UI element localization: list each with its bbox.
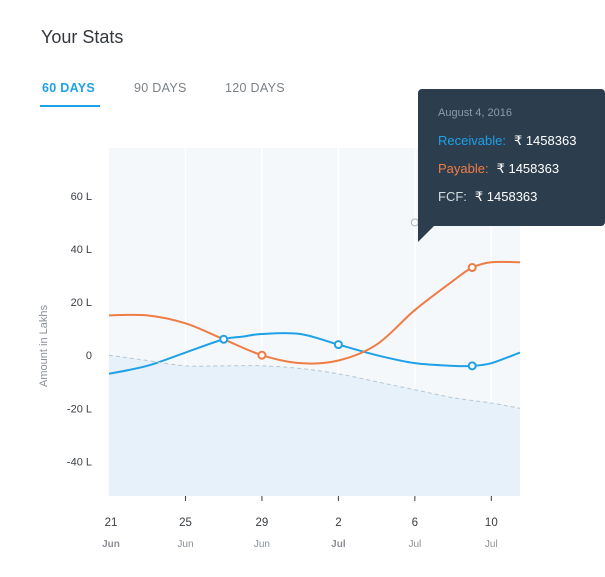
x-tick-month-label: Jul (408, 539, 421, 550)
tooltip-row-receivable: Receivable: ₹ 1458363 (438, 133, 576, 149)
data-tooltip: August 4, 2016 Receivable: ₹ 1458363 Paya… (418, 89, 605, 242)
tooltip-date: August 4, 2016 (438, 107, 513, 119)
tooltip-value-payable: ₹ 1458363 (496, 161, 560, 176)
stats-chart: 60 L 40 L 20 L 0 -20 L -40 L 21 Jun 25 Jun 29 Jun 2… (38, 148, 521, 550)
receivable-data-point[interactable] (333, 340, 343, 350)
x-tick-day-label: 29 (256, 517, 269, 529)
tooltip-value-receivable: ₹ 1458363 (513, 133, 577, 148)
x-tick-month-label: Jun (177, 539, 193, 550)
tooltip-label-fcf: FCF: (438, 189, 467, 204)
tooltip-label-receivable: Receivable: (438, 133, 506, 148)
x-tick-day-label: 25 (179, 517, 192, 529)
receivable-data-point[interactable] (219, 334, 229, 344)
y-tick-label: -20 L (67, 403, 92, 415)
x-tick-month-label: Jun (254, 539, 270, 550)
y-tick-label: 60 L (71, 191, 92, 203)
y-tick-label: 20 L (71, 297, 92, 309)
x-tick-day-label: 21 (105, 517, 118, 529)
x-tick-day-label: 6 (412, 517, 418, 529)
x-tick-day-label: 10 (485, 517, 498, 529)
x-tick-day-label: 2 (335, 517, 341, 529)
x-tick-month-label: Jul (485, 539, 498, 550)
tooltip-label-payable: Payable: (438, 161, 489, 176)
y-axis-label: Amount in Lakhs (38, 305, 50, 387)
y-tick-label: 0 (86, 350, 92, 362)
payable-data-point[interactable] (467, 263, 477, 273)
y-tick-label: 40 L (71, 244, 92, 256)
y-tick-label: -40 L (67, 456, 92, 468)
tooltip-row-payable: Payable: ₹ 1458363 (438, 161, 559, 177)
payable-data-point[interactable] (257, 350, 267, 360)
receivable-data-point[interactable] (467, 361, 477, 371)
tooltip-value-fcf: ₹ 1458363 (474, 189, 538, 204)
x-tick-month-label: Jun (102, 539, 120, 550)
tooltip-row-fcf: FCF: ₹ 1458363 (438, 189, 537, 205)
x-tick-month-label: Jul (331, 539, 346, 550)
